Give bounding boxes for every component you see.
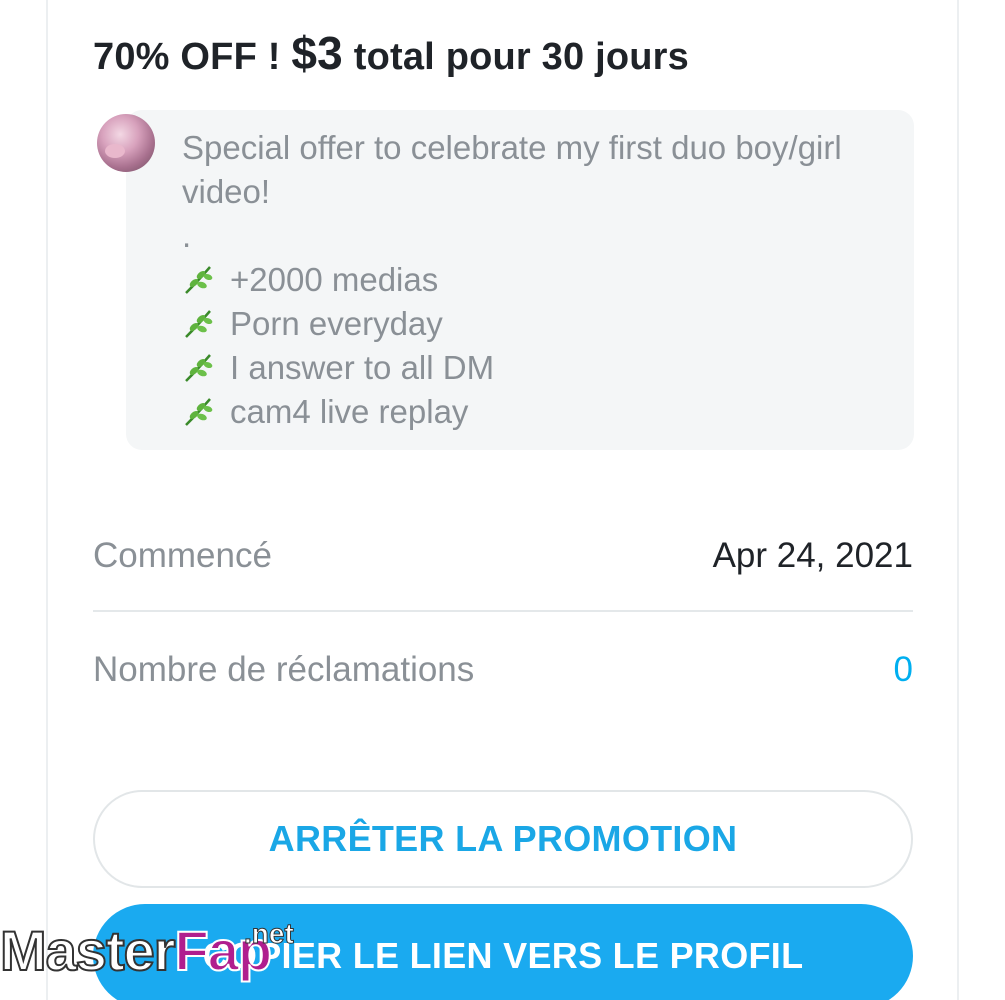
watermark-part1: Master (0, 918, 177, 983)
card-border-right (957, 0, 959, 1000)
herb-icon (182, 263, 222, 297)
offer-title: 70% OFF ! $3 total pour 30 jours (93, 26, 689, 80)
card-border-left (46, 0, 48, 1000)
bullet-item: Porn everyday (182, 302, 902, 346)
bullet-item: I answer to all DM (182, 346, 902, 390)
claims-row: Nombre de réclamations 0 (93, 642, 913, 698)
bullet-text: I answer to all DM (230, 349, 495, 386)
herb-icon (182, 351, 222, 385)
promo-message: Special offer to celebrate my first duo … (182, 126, 902, 434)
started-row: Commencé Apr 24, 2021 (93, 528, 913, 584)
bullet-text: cam4 live replay (230, 393, 469, 430)
watermark-suffix: .net (244, 918, 295, 950)
message-line: . (182, 217, 192, 254)
offer-discount: 70% OFF ! (93, 36, 281, 78)
message-line: video! (182, 173, 271, 210)
bullet-text: Porn everyday (230, 305, 443, 342)
watermark: MasterFap (0, 918, 273, 983)
started-value: Apr 24, 2021 (712, 536, 913, 575)
started-label: Commencé (93, 536, 272, 575)
offer-price: $3 (291, 27, 343, 79)
message-line: Special offer to celebrate my first duo … (182, 129, 842, 166)
herb-icon (182, 395, 222, 429)
avatar[interactable] (97, 114, 155, 172)
bullet-item: cam4 live replay (182, 390, 902, 434)
bullet-text: +2000 medias (230, 261, 439, 298)
divider (93, 610, 913, 612)
claims-count[interactable]: 0 (894, 650, 913, 690)
claims-label: Nombre de réclamations (93, 650, 475, 689)
herb-icon (182, 307, 222, 341)
stop-promotion-button[interactable]: ARRÊTER LA PROMOTION (93, 790, 913, 888)
bullet-item: +2000 medias (182, 258, 902, 302)
offer-duration: total pour 30 jours (353, 36, 689, 78)
